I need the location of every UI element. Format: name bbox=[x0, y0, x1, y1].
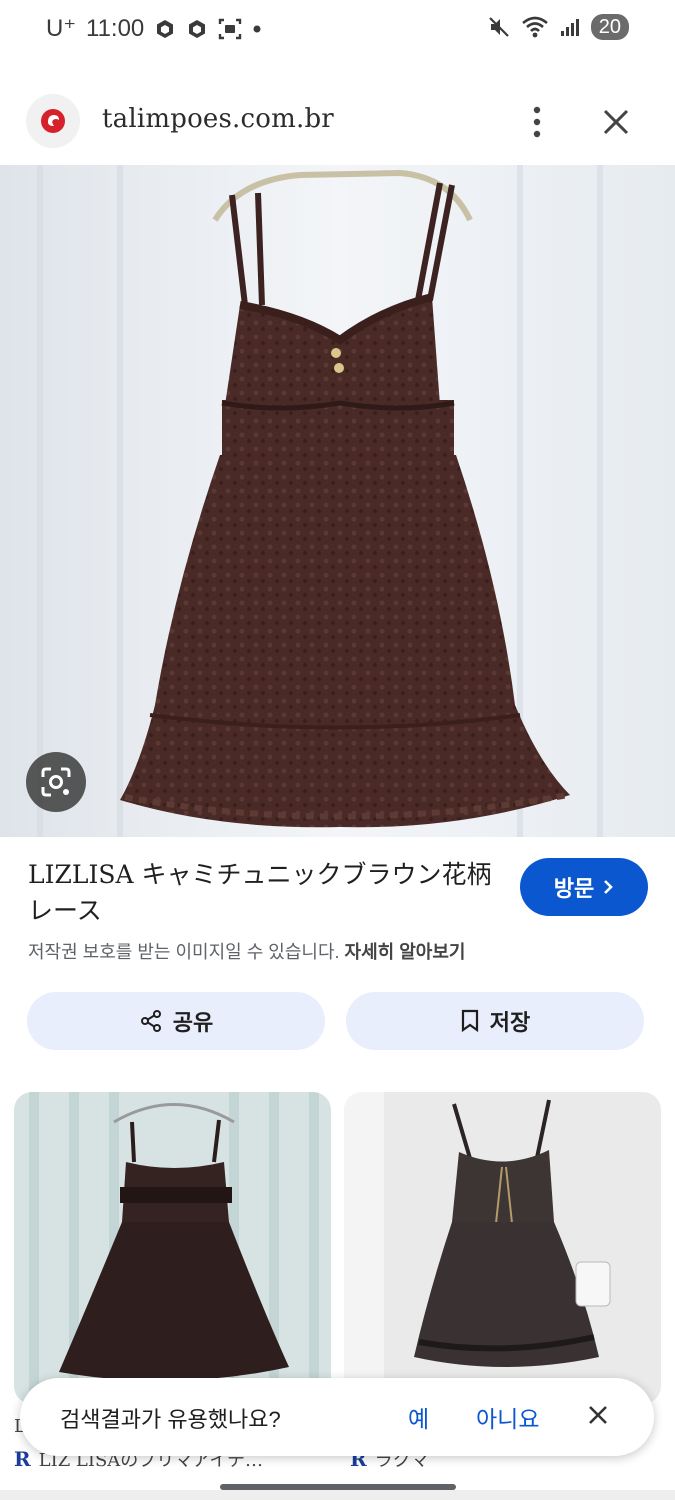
next-row-peek bbox=[0, 1490, 675, 1500]
gesture-handle[interactable] bbox=[220, 1484, 456, 1490]
result-title: LIZLISA キャミチュニックブラウン花柄レース bbox=[28, 860, 492, 925]
bookmark-icon bbox=[461, 1009, 478, 1033]
save-button[interactable]: 저장 bbox=[346, 992, 644, 1050]
lens-icon bbox=[41, 767, 71, 797]
app-icon bbox=[189, 19, 206, 38]
feedback-prompt: 검색결과가 유용했나요? 예 아니요 bbox=[20, 1378, 654, 1456]
more-vert-icon[interactable] bbox=[522, 102, 552, 142]
save-label: 저장 bbox=[489, 1010, 531, 1035]
chevron-right-icon bbox=[604, 880, 614, 894]
status-bar: U⁺ 11:00 20 bbox=[0, 0, 675, 60]
feedback-question: 검색결과가 유용했나요? bbox=[60, 1407, 281, 1432]
feedback-no-button[interactable]: 아니요 bbox=[476, 1400, 539, 1434]
signal-icon bbox=[560, 19, 579, 36]
site-domain[interactable]: talimpoes.com.br bbox=[102, 104, 334, 134]
app-icon bbox=[157, 19, 174, 38]
wifi-icon bbox=[521, 16, 548, 38]
carrier-label: U⁺ bbox=[46, 15, 76, 42]
share-icon bbox=[140, 1010, 161, 1032]
visit-button[interactable]: 방문 bbox=[520, 858, 648, 916]
screenshot-icon bbox=[219, 18, 242, 39]
visit-label: 방문 bbox=[553, 876, 595, 901]
favicon-icon bbox=[26, 94, 80, 148]
screen: U⁺ 11:00 20 talimpoes.com.br LIZLISA キャミ… bbox=[0, 0, 675, 1500]
mute-icon bbox=[488, 17, 509, 37]
source-icon: R bbox=[14, 1447, 31, 1471]
copyright-notice: 저작권 보호를 받는 이미지일 수 있습니다. 자세히 알아보기 bbox=[28, 942, 466, 962]
share-label: 공유 bbox=[172, 1010, 214, 1035]
google-lens-button[interactable] bbox=[26, 752, 86, 812]
related-image[interactable] bbox=[344, 1092, 661, 1404]
share-button[interactable]: 공유 bbox=[27, 992, 325, 1050]
address-bar: talimpoes.com.br bbox=[0, 92, 675, 152]
close-icon[interactable] bbox=[598, 104, 634, 140]
main-image[interactable] bbox=[0, 165, 675, 837]
feedback-yes-button[interactable]: 예 bbox=[408, 1400, 429, 1434]
related-image[interactable] bbox=[14, 1092, 331, 1404]
learn-more-link[interactable]: 자세히 알아보기 bbox=[345, 942, 466, 962]
close-icon[interactable] bbox=[586, 1403, 610, 1427]
clock: 11:00 bbox=[86, 14, 145, 42]
dot-icon bbox=[253, 25, 261, 32]
battery-level: 20 bbox=[590, 14, 629, 40]
